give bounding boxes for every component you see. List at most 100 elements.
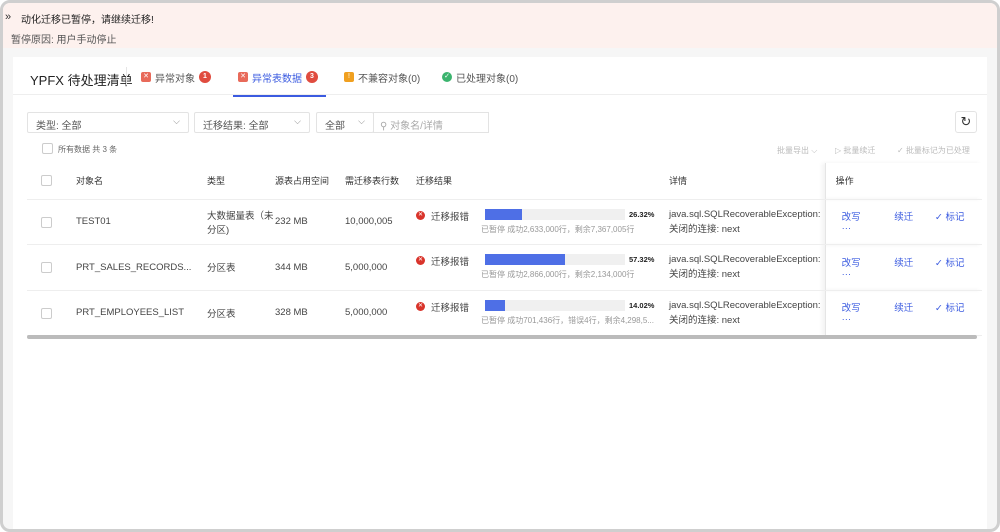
row-checkbox-cell <box>27 199 62 245</box>
table-row: PRT_SALES_RECORDS... 分区表 344 MB 5,000,00… <box>27 244 982 291</box>
object-type: 大数据量表（未分区) <box>207 199 275 245</box>
header-checkbox[interactable] <box>41 175 52 186</box>
migration-result: ✕ 迁移报错 26.32% 已暂停 成功2,633,000行，剩余7,367,005行 <box>416 199 669 245</box>
col-actions: 操作 <box>824 163 982 200</box>
rewrite-link[interactable]: 改写 <box>842 255 892 269</box>
object-name: PRT_SALES_RECORDS... <box>62 244 207 291</box>
search-icon: ⚲ <box>380 121 391 132</box>
refresh-icon: ↻ <box>960 114 972 129</box>
mark-link[interactable]: ✓ 标记 <box>935 300 979 314</box>
label: 标记 <box>945 212 965 224</box>
result-filter[interactable]: 迁移结果: 全部 ⌵ <box>194 112 310 133</box>
actions-cell: 改写 续迁 ✓ 标记 ··· <box>824 290 982 336</box>
warning-icon: ! <box>344 72 354 82</box>
rewrite-link[interactable]: 改写 <box>842 209 892 223</box>
row-checkbox[interactable] <box>41 307 52 319</box>
progress-detail: 已暂停 成功2,866,000行，剩余2,134,000行 <box>481 270 635 280</box>
refresh-button[interactable]: ↻ <box>955 111 977 133</box>
error-icon: ✕ <box>416 210 425 220</box>
col-rows: 需迁移表行数 <box>345 163 416 200</box>
type-filter[interactable]: 类型: 全部 ⌵ <box>27 112 189 133</box>
label: 批量标记为已处理 <box>905 146 970 155</box>
label: 批量续迁 <box>843 146 876 155</box>
progress-fill <box>485 208 522 220</box>
progress-fill <box>485 299 505 311</box>
progress-percent: 26.32% <box>629 209 655 219</box>
batch-resume-button[interactable]: ▷ 批量续迁 <box>835 145 875 156</box>
check-icon: ✓ <box>934 212 946 224</box>
col-detail: 详情 <box>669 163 826 200</box>
tab-label: 不兼容对象(0) <box>358 73 421 85</box>
progress-fill <box>485 254 566 266</box>
row-checkbox-cell <box>27 290 62 336</box>
pending-list-card: YPFX 待处理清单 ✕ 异常对象 1 ✕ 异常表数据 3 ! 不兼容对象(0) ✓ 已处理… <box>13 57 987 529</box>
tab-abnormal-objects[interactable]: ✕ 异常对象 1 <box>141 70 211 85</box>
scope-select[interactable]: 全部 ⌵ <box>316 112 374 133</box>
actions-cell: 改写 续迁 ✓ 标记 ··· <box>824 199 982 245</box>
check-icon: ✓ <box>897 146 906 155</box>
resume-link[interactable]: 续迁 <box>894 255 932 269</box>
table-row: PRT_EMPLOYEES_LIST 分区表 328 MB 5,000,000 … <box>27 290 982 336</box>
object-name: PRT_EMPLOYEES_LIST <box>62 290 207 336</box>
data-table: 对象名 类型 源表占用空间 需迁移表行数 迁移结果 详情 操作 TEST01 大… <box>27 163 982 336</box>
actions-cell: 改写 续迁 ✓ 标记 ··· <box>824 244 982 291</box>
banner-title: 动化迁移已暂停，请继续迁移! <box>21 15 154 26</box>
search-placeholder: 对象名/详情 <box>390 121 443 132</box>
error-icon: ✕ <box>416 301 425 311</box>
tab-incompatible-objects[interactable]: ! 不兼容对象(0) <box>344 70 421 85</box>
migration-result: ✕ 迁移报错 57.32% 已暂停 成功2,866,000行，剩余2,134,000行 <box>416 244 669 291</box>
error-object-icon: ✕ <box>141 72 151 82</box>
expand-icon[interactable]: » <box>5 11 19 27</box>
col-space: 源表占用空间 <box>275 163 345 200</box>
chevron-down-icon: ⌵ <box>294 116 301 126</box>
more-icon[interactable]: ··· <box>842 223 852 234</box>
progress-bar <box>485 208 625 220</box>
rewrite-link[interactable]: 改写 <box>842 300 892 314</box>
error-table-icon: ✕ <box>238 72 248 82</box>
row-checkbox[interactable] <box>41 262 52 273</box>
search-input[interactable]: ⚲ 对象名/详情 <box>373 112 489 133</box>
progress-percent: 14.02% <box>629 300 655 310</box>
progress-bar <box>485 299 625 311</box>
label: 标记 <box>945 303 965 315</box>
mark-link[interactable]: ✓ 标记 <box>935 255 979 269</box>
row-checkbox[interactable] <box>41 216 52 228</box>
resume-link[interactable]: 续迁 <box>894 209 932 223</box>
table-header: 对象名 类型 源表占用空间 需迁移表行数 迁移结果 详情 操作 <box>27 163 982 200</box>
object-name: TEST01 <box>62 199 207 245</box>
more-icon[interactable]: ··· <box>842 314 852 325</box>
scope-value: 全部 <box>325 121 345 132</box>
batch-export-button[interactable]: 批量导出 ⌵ <box>777 145 817 156</box>
status-text: 迁移报错 <box>431 302 470 314</box>
object-type: 分区表 <box>207 290 275 336</box>
col-result: 迁移结果 <box>416 163 669 200</box>
tab-abnormal-table-data[interactable]: ✕ 异常表数据 3 <box>233 70 326 97</box>
col-name: 对象名 <box>62 163 207 200</box>
progress-percent: 57.32% <box>629 255 655 265</box>
total-count: 所有数据 共 3 条 <box>58 145 118 154</box>
check-icon: ✓ <box>934 257 946 269</box>
count-badge: 3 <box>306 71 318 83</box>
divider <box>126 67 127 85</box>
tab-processed-objects[interactable]: ✓ 已处理对象(0) <box>442 70 519 85</box>
batch-mark-button[interactable]: ✓ 批量标记为已处理 <box>897 145 970 156</box>
error-detail: java.sql.SQLRecoverableException: 关闭的连接:… <box>669 199 826 245</box>
source-space: 344 MB <box>275 244 345 291</box>
source-space: 232 MB <box>275 199 345 245</box>
label: 标记 <box>945 257 965 269</box>
row-count: 10,000,005 <box>345 199 416 245</box>
progress-bar <box>485 254 625 266</box>
row-checkbox-cell <box>27 244 62 291</box>
page-title: YPFX 待处理清单 <box>30 73 133 88</box>
horizontal-scrollbar[interactable] <box>27 335 977 339</box>
select-all-checkbox[interactable] <box>42 143 53 154</box>
tab-label: 已处理对象(0) <box>456 73 519 85</box>
check-circle-icon: ✓ <box>442 72 452 82</box>
status-text: 迁移报错 <box>431 257 470 269</box>
resume-link[interactable]: 续迁 <box>894 300 932 314</box>
mark-link[interactable]: ✓ 标记 <box>935 209 979 223</box>
more-icon[interactable]: ··· <box>842 269 852 280</box>
row-count: 5,000,000 <box>345 244 416 291</box>
check-icon: ✓ <box>934 303 946 315</box>
progress-detail: 已暂停 成功701,436行，错误4行，剩余4,298,5... <box>481 315 654 325</box>
